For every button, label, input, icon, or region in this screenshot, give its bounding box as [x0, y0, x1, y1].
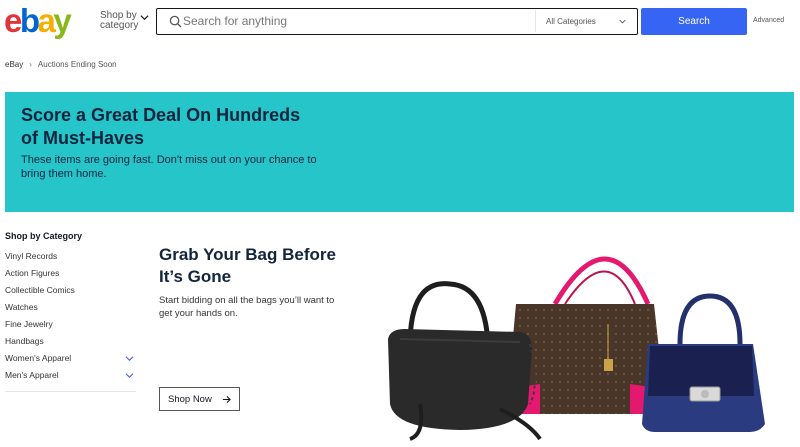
search-bar: All Categories	[156, 8, 638, 35]
logo-letter-b: b	[19, 2, 40, 39]
ebay-logo[interactable]: ebay	[4, 2, 72, 39]
sidebar-item-mens-apparel[interactable]: Men's Apparel	[5, 367, 136, 384]
sidebar-item-label: Collectible Comics	[5, 285, 75, 295]
promo-subtitle: Start bidding on all the bags you’ll wan…	[159, 295, 335, 319]
breadcrumb-separator-icon: ›	[29, 60, 32, 69]
sidebar-divider	[5, 391, 136, 392]
sidebar-item-label: Men's Apparel	[5, 370, 59, 380]
sidebar-item-womens-apparel[interactable]: Women's Apparel	[5, 350, 136, 367]
sidebar-item-collectible-comics[interactable]: Collectible Comics	[5, 282, 136, 299]
category-select-value: All Categories	[546, 17, 596, 26]
advanced-search-link[interactable]: Advanced	[753, 17, 784, 24]
shop-now-label: Shop Now	[168, 393, 212, 405]
chevron-down-icon	[619, 19, 626, 24]
search-icon	[169, 15, 182, 28]
logo-letter-y: y	[53, 2, 71, 39]
breadcrumb: eBay › Auctions Ending Soon	[5, 60, 117, 69]
chevron-down-icon[interactable]	[125, 372, 134, 379]
logo-letter-e: e	[4, 2, 22, 39]
sidebar-item-label: Action Figures	[5, 268, 60, 278]
banner-title: Score a Great Deal On Hundreds of Must-H…	[21, 105, 301, 148]
sidebar-item-fine-jewelry[interactable]: Fine Jewelry	[5, 316, 136, 333]
chevron-down-icon	[140, 15, 149, 21]
sidebar-item-handbags[interactable]: Handbags	[5, 333, 136, 350]
hero-banner: Score a Great Deal On Hundreds of Must-H…	[5, 92, 794, 212]
sidebar-item-label: Fine Jewelry	[5, 319, 53, 329]
sidebar-item-action-figures[interactable]: Action Figures	[5, 265, 136, 282]
category-select[interactable]: All Categories	[535, 10, 635, 32]
breadcrumb-home[interactable]: eBay	[5, 60, 23, 69]
sidebar-item-watches[interactable]: Watches	[5, 299, 136, 316]
category-list: Vinyl Records Action Figures Collectible…	[5, 248, 136, 384]
breadcrumb-current: Auctions Ending Soon	[37, 60, 117, 69]
chevron-down-icon[interactable]	[125, 355, 134, 362]
sidebar-item-vinyl-records[interactable]: Vinyl Records	[5, 248, 136, 265]
sidebar-item-label: Handbags	[5, 336, 44, 346]
sidebar-item-label: Women's Apparel	[5, 353, 72, 363]
search-button[interactable]: Search	[641, 8, 747, 35]
arrow-right-icon	[222, 395, 231, 404]
promo-title: Grab Your Bag Before It’s Gone	[159, 245, 336, 286]
shop-now-button[interactable]: Shop Now	[159, 387, 240, 411]
shop-by-category-button[interactable]: Shop by category	[100, 11, 149, 31]
handbags-image[interactable]	[380, 234, 770, 444]
sidebar-item-label: Watches	[5, 302, 38, 312]
sidebar-title: Shop by Category	[5, 231, 83, 241]
banner-subtitle: These items are going fast. Don't miss o…	[21, 154, 317, 180]
search-input[interactable]	[183, 10, 533, 32]
logo-letter-a: a	[37, 2, 56, 39]
sidebar-item-label: Vinyl Records	[5, 251, 58, 261]
shop-by-label-line2: category	[100, 20, 139, 31]
